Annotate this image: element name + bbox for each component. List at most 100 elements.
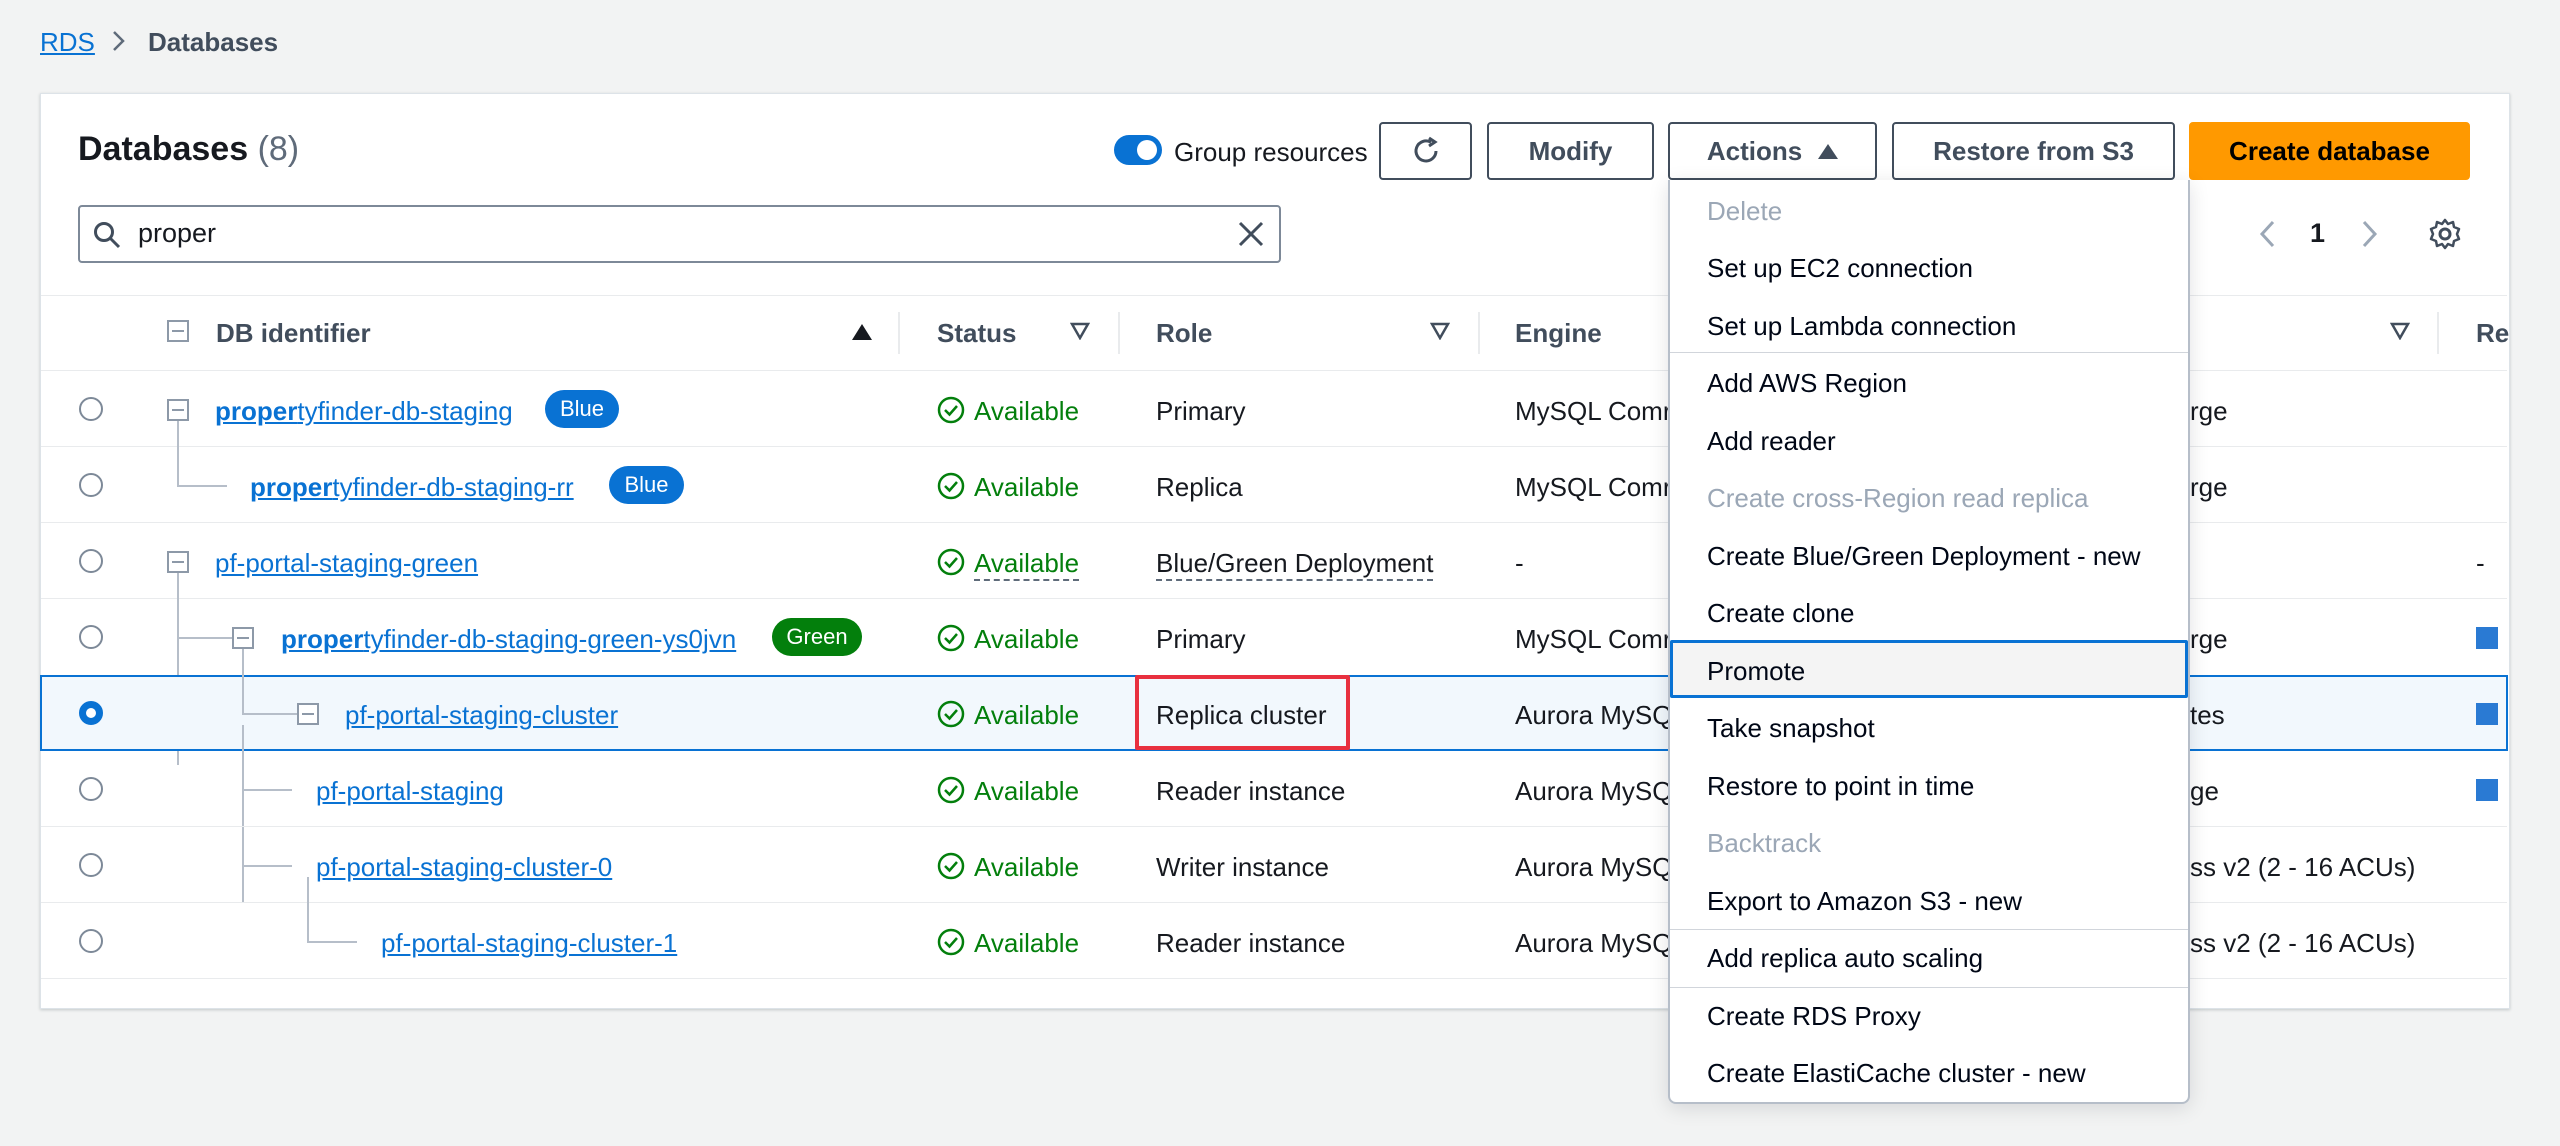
db-identifier-link[interactable]: pf-portal-staging-cluster-0 <box>316 852 612 883</box>
engine-text: Aurora MySQ <box>1515 776 1673 806</box>
size-text: ss v2 (2 - 16 ACUs) <box>2190 852 2416 882</box>
engine-text: - <box>1515 548 1524 578</box>
blue-badge: Blue <box>609 466 684 504</box>
search-match: proper <box>215 396 298 426</box>
actions-label: Actions <box>1706 135 1803 166</box>
column-header-region[interactable]: Re <box>2476 318 2509 349</box>
db-identifier-link[interactable]: pf-portal-staging-cluster <box>345 700 618 731</box>
actions-button[interactable]: Actions <box>1668 122 1877 180</box>
tree-line <box>177 637 232 639</box>
menu-item-promote[interactable]: Promote <box>1707 656 1805 687</box>
column-header-engine[interactable]: Engine <box>1515 318 1602 349</box>
db-identifier-link[interactable]: pf-portal-staging-cluster-1 <box>381 928 677 959</box>
column-separator <box>1478 312 1480 354</box>
row-radio[interactable] <box>79 777 103 801</box>
menu-item-setup-ec2[interactable]: Set up EC2 connection <box>1707 253 1973 284</box>
menu-item-cross-region-replica: Create cross-Region read replica <box>1707 483 2089 513</box>
status-text: Available <box>974 852 1080 882</box>
collapse-all-icon[interactable] <box>167 320 189 342</box>
engine-text: Aurora MySQ <box>1515 928 1673 958</box>
create-database-button[interactable]: Create database <box>2189 122 2470 180</box>
role-text: Reader instance <box>1156 776 1346 806</box>
menu-item-create-clone[interactable]: Create clone <box>1707 598 1854 629</box>
sort-icon[interactable] <box>1430 322 1450 340</box>
row-radio[interactable] <box>79 549 103 573</box>
breadcrumb-current: Databases <box>148 27 279 57</box>
collapse-icon[interactable] <box>167 551 189 573</box>
row-radio[interactable] <box>79 625 103 649</box>
db-identifier-rest: tyfinder-db-staging-green-ys0jvn <box>363 624 737 654</box>
db-identifier-link[interactable]: pf-portal-staging-green <box>215 548 478 579</box>
menu-item-replica-auto-scaling[interactable]: Add replica auto scaling <box>1707 943 1983 974</box>
sort-ascending-icon[interactable] <box>852 324 872 340</box>
group-resources-toggle[interactable] <box>1114 135 1162 165</box>
row-radio-selected[interactable] <box>79 701 103 725</box>
column-header-status[interactable]: Status <box>937 318 1016 349</box>
chevron-left-icon[interactable] <box>2254 219 2282 249</box>
status-check-icon <box>937 852 965 880</box>
chevron-right-icon <box>113 31 125 51</box>
gear-icon[interactable] <box>2428 217 2462 251</box>
row-radio[interactable] <box>79 473 103 497</box>
sort-icon[interactable] <box>2390 322 2410 340</box>
db-identifier-rest: pf-portal-staging-green <box>215 548 479 578</box>
status-text: Available <box>974 472 1080 502</box>
role-text[interactable]: Blue/Green Deployment <box>1156 548 1434 581</box>
collapse-icon[interactable] <box>167 399 189 421</box>
page-number[interactable]: 1 <box>2310 218 2325 249</box>
row-radio[interactable] <box>79 853 103 877</box>
db-identifier-link[interactable]: propertyfinder-db-staging <box>215 396 513 427</box>
role-text: Primary <box>1156 624 1246 654</box>
collapse-icon[interactable] <box>297 703 319 725</box>
role-text: Reader instance <box>1156 928 1346 958</box>
db-identifier-link[interactable]: propertyfinder-db-staging-green-ys0jvn <box>281 624 736 655</box>
db-identifier-rest: pf-portal-staging-cluster-1 <box>381 928 678 958</box>
breadcrumb-rds-link[interactable]: RDS <box>40 27 95 58</box>
menu-item-add-region[interactable]: Add AWS Region <box>1707 368 1907 399</box>
engine-text: MySQL Comr <box>1515 472 1672 502</box>
role-text: Writer instance <box>1156 852 1329 882</box>
menu-item-create-rds-proxy[interactable]: Create RDS Proxy <box>1707 1001 1921 1032</box>
db-identifier-link[interactable]: pf-portal-staging <box>316 776 504 807</box>
status-check-icon <box>937 928 965 956</box>
size-text: tes <box>2190 700 2225 730</box>
role-text: Replica <box>1156 472 1243 502</box>
db-identifier-rest: pf-portal-staging <box>316 776 504 806</box>
tree-line <box>177 485 227 487</box>
row-radio[interactable] <box>79 397 103 421</box>
menu-item-take-snapshot[interactable]: Take snapshot <box>1707 713 1875 744</box>
menu-divider <box>1670 352 2188 353</box>
refresh-button[interactable] <box>1379 122 1472 180</box>
menu-item-add-reader[interactable]: Add reader <box>1707 426 1836 457</box>
status-check-icon <box>937 624 965 652</box>
search-match: proper <box>281 624 364 654</box>
menu-item-create-elasticache[interactable]: Create ElastiCache cluster - new <box>1707 1058 2086 1089</box>
column-separator <box>898 312 900 354</box>
row-radio[interactable] <box>79 929 103 953</box>
modify-button[interactable]: Modify <box>1487 122 1654 180</box>
status-text[interactable]: Available <box>974 548 1080 581</box>
green-badge: Green <box>772 618 862 656</box>
close-icon[interactable] <box>1236 219 1266 249</box>
column-header-role[interactable]: Role <box>1156 318 1212 349</box>
menu-item-export-s3[interactable]: Export to Amazon S3 - new <box>1707 886 2022 917</box>
chevron-right-icon[interactable] <box>2355 219 2383 249</box>
status-text: Available <box>974 928 1080 958</box>
db-identifier-link[interactable]: propertyfinder-db-staging-rr <box>250 472 574 503</box>
column-header-db-identifier[interactable]: DB identifier <box>216 318 371 349</box>
search-input[interactable] <box>138 218 1138 249</box>
sort-icon[interactable] <box>1070 322 1090 340</box>
menu-item-blue-green[interactable]: Create Blue/Green Deployment - new <box>1707 541 2141 572</box>
menu-item-restore-point-in-time[interactable]: Restore to point in time <box>1707 771 1974 802</box>
size-text: rge <box>2190 624 2228 654</box>
size-text: rge <box>2190 472 2228 502</box>
collapse-icon[interactable] <box>232 627 254 649</box>
menu-item-setup-lambda[interactable]: Set up Lambda connection <box>1707 311 2016 342</box>
region-text: - <box>2476 548 2485 578</box>
toggle-knob <box>1137 140 1157 160</box>
status-square-icon <box>2476 627 2498 649</box>
db-identifier-rest: tyfinder-db-staging <box>297 396 513 426</box>
search-icon <box>94 222 121 249</box>
size-text: ge <box>2190 776 2219 806</box>
restore-from-s3-button[interactable]: Restore from S3 <box>1892 122 2175 180</box>
